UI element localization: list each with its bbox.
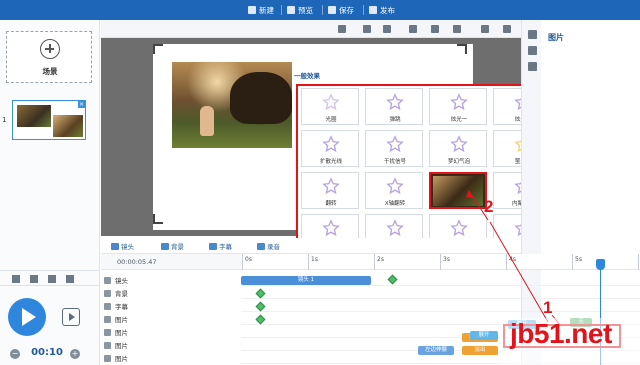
annotation-arrows (466, 190, 561, 326)
watermark: jb51.net (510, 318, 612, 349)
annotation-arrow (470, 193, 489, 221)
annotation-arrow (489, 221, 549, 323)
